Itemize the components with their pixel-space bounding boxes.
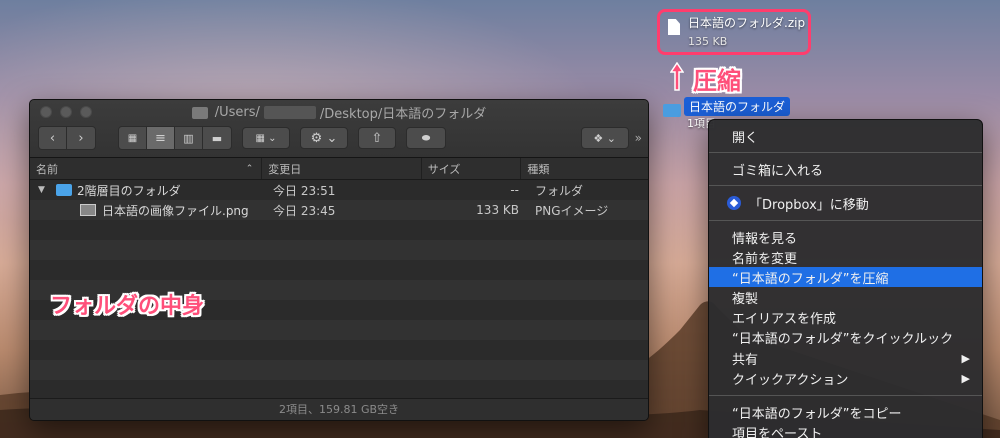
desktop-folder-label[interactable]: 日本語のフォルダ [684,97,791,116]
gallery-view-button[interactable]: ▬ [203,127,231,149]
tag-icon: ⬬ [421,132,431,144]
window-title: /Users/ /Desktop/日本語のフォルダ [30,103,648,122]
menu-item-copy[interactable]: “日本語のフォルダ”をコピー [709,402,982,422]
column-size[interactable]: サイズ [422,158,522,179]
table-row[interactable]: 日本語の画像ファイル.png 今日 23:45 133 KB PNGイメージ [30,200,648,220]
zip-file-name[interactable]: 日本語のフォルダ.zip [688,14,805,31]
icon-view-button[interactable]: ▦ [119,127,147,149]
status-bar: 2項目、159.81 GB空き [30,398,648,420]
tags-button[interactable]: ⬬ [406,127,446,149]
menu-item-dropbox[interactable]: 「Dropbox」に移動 [709,193,982,213]
column-kind[interactable]: 種類 [521,158,648,179]
share-icon: ⇧ [371,130,383,146]
grid-icon: ▦ ⌄ [255,132,277,144]
dropbox-icon: ❖ ⌄ [593,131,616,145]
nav-buttons: ‹ › [38,126,96,150]
compress-annotation: 圧縮 [693,67,741,95]
grid-icon: ▦ [127,132,138,144]
gear-icon: ⚙ ⌄ [310,130,338,146]
empty-row [30,220,648,240]
empty-row [30,340,648,360]
list-icon: ≡ [155,130,166,146]
menu-item-rename[interactable]: 名前を変更 [709,247,982,267]
column-date[interactable]: 変更日 [262,158,422,179]
empty-row [30,380,648,400]
table-row[interactable]: ▼ 2階層目のフォルダ 今日 23:51 -- フォルダ [30,180,648,200]
chevron-right-icon: › [78,130,84,146]
column-name[interactable]: 名前 ⌃ [30,158,263,179]
forward-button[interactable]: › [67,127,95,149]
menu-separator [709,220,982,221]
disclosure-triangle-icon[interactable]: ▼ [38,185,48,195]
group-button[interactable]: ▦ ⌄ [242,127,290,149]
menu-item-get-info[interactable]: 情報を見る [709,227,982,247]
menu-item-quick-look[interactable]: “日本語のフォルダ”をクイックルック [709,327,982,347]
context-menu: 開く ゴミ箱に入れる 「Dropbox」に移動 情報を見る 名前を変更 “日本語… [708,119,983,438]
menu-separator [709,152,982,153]
gallery-icon: ▬ [211,131,223,145]
column-header: 名前 ⌃ 変更日 サイズ 種類 [30,158,648,180]
empty-row [30,360,648,380]
finder-window: /Users/ /Desktop/日本語のフォルダ ‹ › ▦ ≡ ▥ ▬ ▦ … [29,99,649,421]
menu-item-trash[interactable]: ゴミ箱に入れる [709,159,982,179]
folder-icon [56,184,72,196]
folder-contents-annotation: フォルダの中身 [50,294,205,319]
menu-separator [709,395,982,396]
dropbox-icon [727,196,741,210]
arrow-up-icon [670,62,684,91]
view-mode-buttons: ▦ ≡ ▥ ▬ [118,126,232,150]
overflow-chevron-icon[interactable]: » [635,131,642,145]
redacted-username [263,106,316,119]
columns-icon: ▥ [183,131,194,145]
folder-icon[interactable] [663,104,681,117]
submenu-arrow-icon: ▶ [961,351,970,365]
menu-item-paste[interactable]: 項目をペースト [709,422,982,438]
list-view-button[interactable]: ≡ [147,127,175,149]
empty-row [30,320,648,340]
share-button[interactable]: ⇧ [358,127,396,149]
toolbar: ‹ › ▦ ≡ ▥ ▬ ▦ ⌄ ⚙ ⌄ ⇧ ⬬ ❖ ⌄ » [38,126,642,150]
back-button[interactable]: ‹ [39,127,67,149]
column-view-button[interactable]: ▥ [175,127,203,149]
chevron-left-icon: ‹ [49,130,56,146]
image-file-icon [80,204,96,216]
action-button[interactable]: ⚙ ⌄ [300,127,348,149]
menu-item-open[interactable]: 開く [709,126,982,146]
menu-item-quick-actions[interactable]: クイックアクション ▶ [709,368,982,388]
empty-row [30,240,648,260]
menu-item-compress[interactable]: “日本語のフォルダ”を圧縮 [709,267,982,287]
menu-item-make-alias[interactable]: エイリアスを作成 [709,307,982,327]
window-titlebar: /Users/ /Desktop/日本語のフォルダ ‹ › ▦ ≡ ▥ ▬ ▦ … [30,100,648,158]
menu-item-duplicate[interactable]: 複製 [709,287,982,307]
menu-separator [709,185,982,186]
zip-file-size: 135 KB [688,35,728,48]
folder-icon [191,106,208,119]
submenu-arrow-icon: ▶ [961,371,970,385]
sort-arrow-icon: ⌃ [245,163,254,174]
empty-row [30,260,648,280]
menu-item-share[interactable]: 共有 ▶ [709,348,982,368]
dropbox-button[interactable]: ❖ ⌄ [580,127,629,149]
